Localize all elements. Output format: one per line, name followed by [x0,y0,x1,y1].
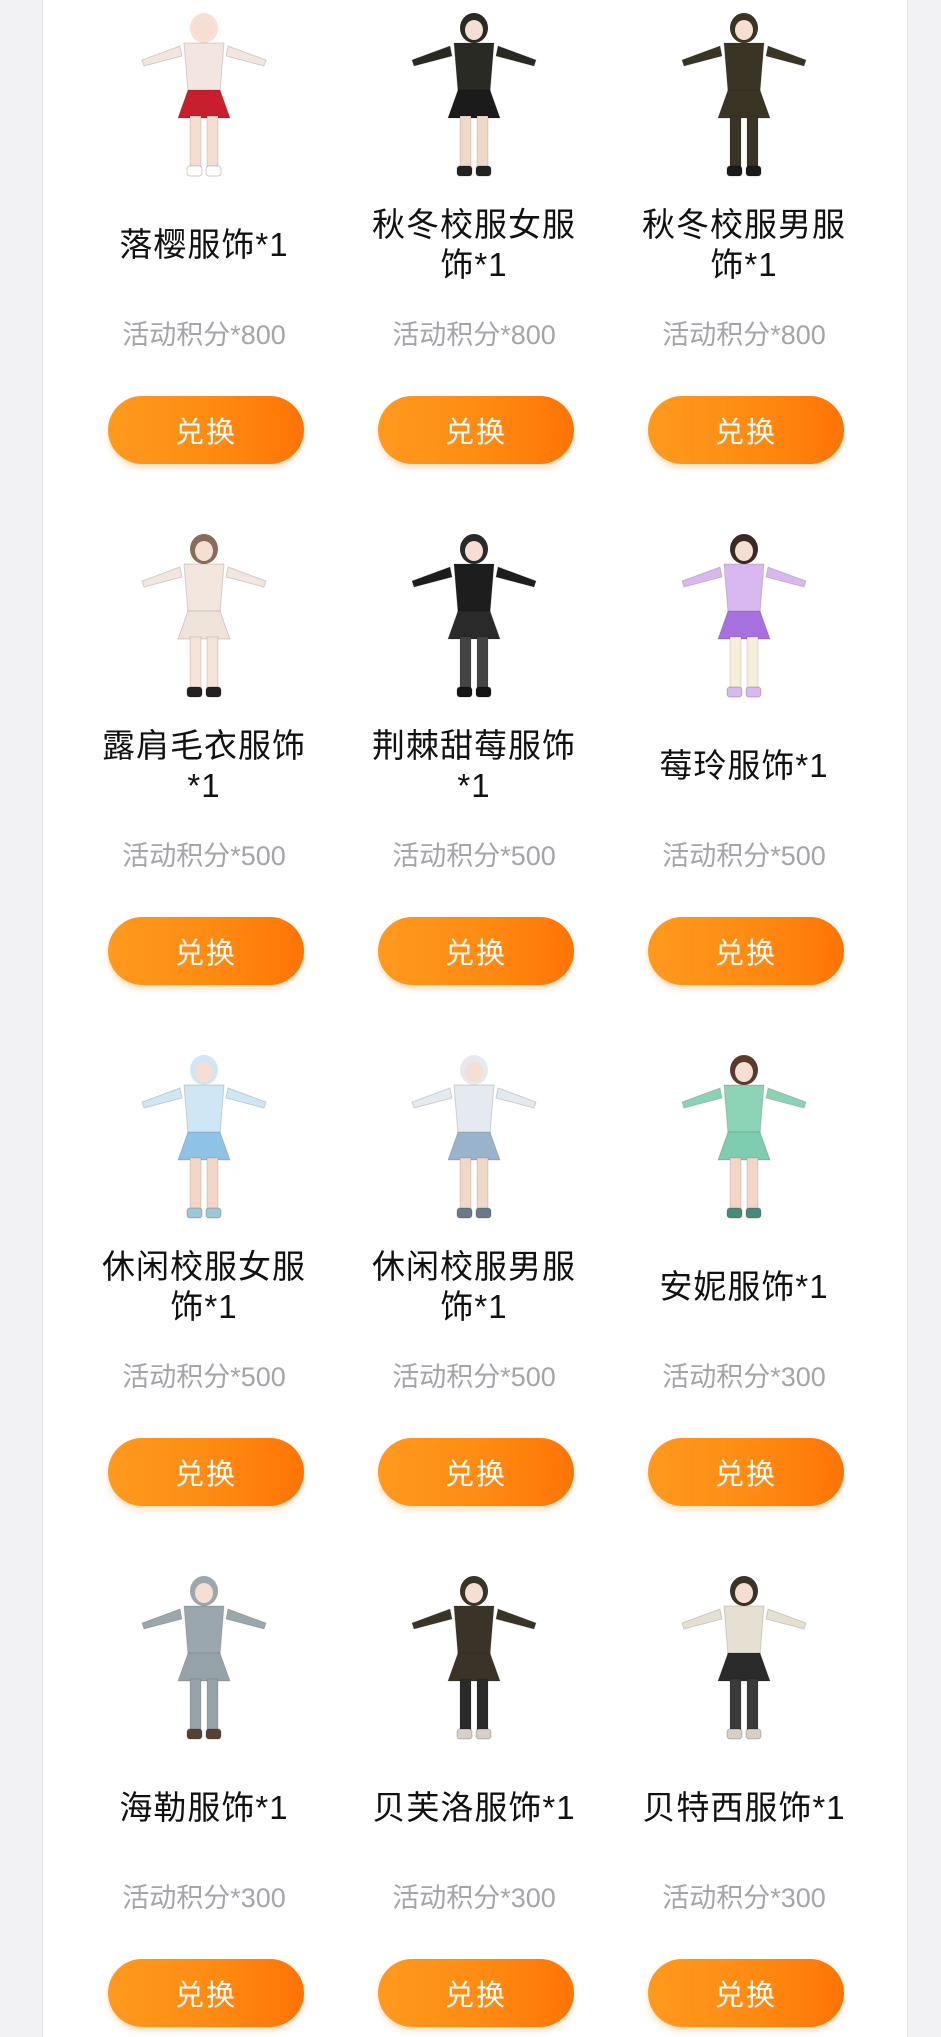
outfit-card-8: 休闲校服男服饰*1 活动积分*500 兑换 [339,1042,609,1563]
outfit-card-4: 露肩毛衣服饰*1 活动积分*500 兑换 [69,521,339,1042]
outfit-card-5: 荆棘甜莓服饰*1 活动积分*500 兑换 [339,521,609,1042]
exchange-page: 落樱服饰*1 活动积分*800 兑换 秋冬校服女服饰*1 活动积分*800 兑换… [0,0,941,2037]
outfit-price: 活动积分*300 [662,1883,826,1913]
outfit-name: 秋冬校服女服饰*1 [372,206,576,283]
outfit-name: 休闲校服女服饰*1 [102,1248,306,1325]
outfit-winter-school-girl-icon [404,10,544,185]
outfit-grid: 落樱服饰*1 活动积分*800 兑换 秋冬校服女服饰*1 活动积分*800 兑换… [69,0,879,2037]
exchange-button[interactable]: 兑换 [378,1438,574,1506]
outfit-price: 活动积分*500 [122,841,286,871]
outfit-price: 活动积分*300 [662,1362,826,1392]
outfit-price: 活动积分*500 [122,1362,286,1392]
outfit-card-12: 贝特西服饰*1 活动积分*300 兑换 [609,1563,879,2037]
outfit-card-6: 莓玲服饰*1 活动积分*500 兑换 [609,521,879,1042]
exchange-button[interactable]: 兑换 [378,396,574,464]
outfit-price: 活动积分*500 [662,841,826,871]
outfit-thorn-berry-icon [404,531,544,706]
outfit-cream-coat-icon [674,1573,814,1748]
outfit-off-shoulder-sweater-icon [134,531,274,706]
outfit-price: 活动积分*300 [392,1883,556,1913]
outfit-card-3: 秋冬校服男服饰*1 活动积分*800 兑换 [609,0,879,521]
exchange-button[interactable]: 兑换 [378,917,574,985]
outfit-price: 活动积分*800 [392,320,556,350]
outfit-mint-maid-icon [674,1052,814,1227]
exchange-button[interactable]: 兑换 [648,1438,844,1506]
outfit-name: 露肩毛衣服饰*1 [102,727,306,804]
outfit-gray-jumpsuit-icon [134,1573,274,1748]
exchange-button[interactable]: 兑换 [648,1959,844,2027]
outfit-card-10: 海勒服饰*1 活动积分*300 兑换 [69,1563,339,2037]
outfit-casual-school-girl-icon [134,1052,274,1227]
outfit-name: 莓玲服饰*1 [659,747,829,784]
outfit-winter-school-boy-icon [674,10,814,185]
outfit-name: 贝芙洛服饰*1 [372,1789,576,1826]
outfit-name: 海勒服饰*1 [119,1789,289,1826]
exchange-button[interactable]: 兑换 [648,917,844,985]
outfit-name: 休闲校服男服饰*1 [372,1248,576,1325]
outfit-name: 落樱服饰*1 [119,226,289,263]
outfit-card-7: 休闲校服女服饰*1 活动积分*500 兑换 [69,1042,339,1563]
outfit-name: 安妮服饰*1 [659,1268,829,1305]
outfit-card-2: 秋冬校服女服饰*1 活动积分*800 兑换 [339,0,609,521]
outfit-red-dress-icon [134,10,274,185]
outfit-price: 活动积分*800 [662,320,826,350]
exchange-button[interactable]: 兑换 [108,1438,304,1506]
outfit-card-1: 落樱服饰*1 活动积分*800 兑换 [69,0,339,521]
outfit-price: 活动积分*300 [122,1883,286,1913]
outfit-card-11: 贝芙洛服饰*1 活动积分*300 兑换 [339,1563,609,2037]
outfit-price: 活动积分*500 [392,1362,556,1392]
exchange-button[interactable]: 兑换 [108,396,304,464]
outfit-casual-school-boy-icon [404,1052,544,1227]
outfit-name: 贝特西服饰*1 [642,1789,846,1826]
exchange-button[interactable]: 兑换 [648,396,844,464]
outfit-brown-shorts-icon [404,1573,544,1748]
exchange-button[interactable]: 兑换 [108,1959,304,2027]
outfit-name: 秋冬校服男服饰*1 [642,206,846,283]
outfit-price: 活动积分*500 [392,841,556,871]
outfit-purple-dress-icon [674,531,814,706]
exchange-button[interactable]: 兑换 [378,1959,574,2027]
outfit-price: 活动积分*800 [122,320,286,350]
outfit-card-9: 安妮服饰*1 活动积分*300 兑换 [609,1042,879,1563]
outfit-name: 荆棘甜莓服饰*1 [372,727,576,804]
exchange-button[interactable]: 兑换 [108,917,304,985]
